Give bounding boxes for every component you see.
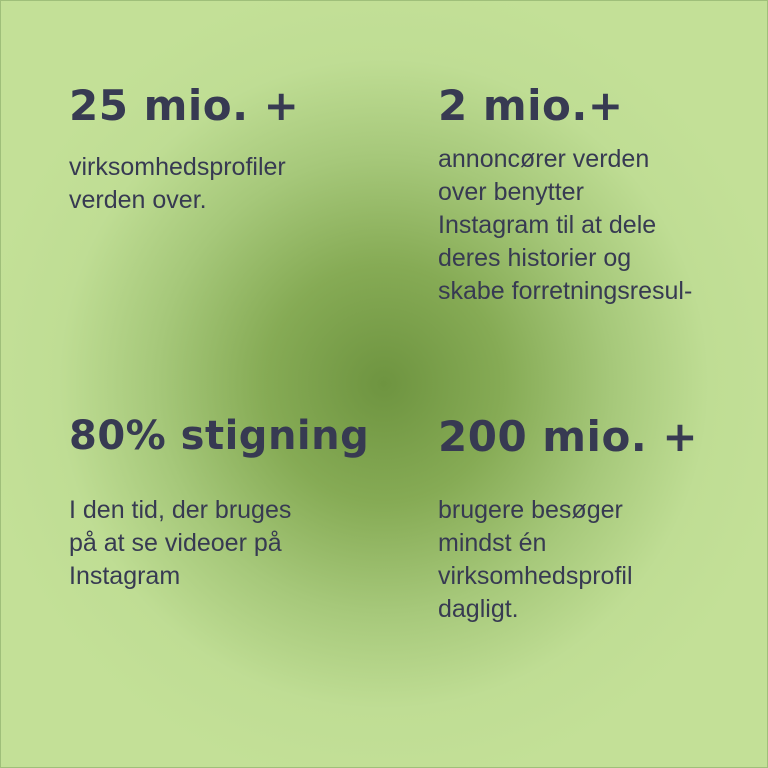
stat-advertisers: 2 mio.+ annoncører verden over benytter … xyxy=(438,85,692,308)
stat-description: brugere besøger mindst én virksomhedspro… xyxy=(438,496,633,623)
stat-description: I den tid, der bruges på at se videoer p… xyxy=(69,496,292,590)
stat-heading: 80% stigning xyxy=(69,413,370,459)
stat-description: annoncører verden over benytter Instagra… xyxy=(438,145,693,305)
stat-video-increase: 80% stigning I den tid, der bruges på at… xyxy=(69,416,369,593)
stat-heading: 2 mio.+ xyxy=(438,81,624,130)
stat-daily-visitors: 200 mio. + brugere besøger mindst én vir… xyxy=(438,416,698,626)
stat-heading: 200 mio. + xyxy=(438,412,699,461)
stat-heading: 25 mio. + xyxy=(69,81,300,130)
stat-description: virksomhedsprofiler verden over. xyxy=(69,153,286,214)
infographic-background: 25 mio. + virksomhedsprofiler verden ove… xyxy=(0,0,768,768)
stat-business-profiles: 25 mio. + virksomhedsprofiler verden ove… xyxy=(69,85,299,217)
